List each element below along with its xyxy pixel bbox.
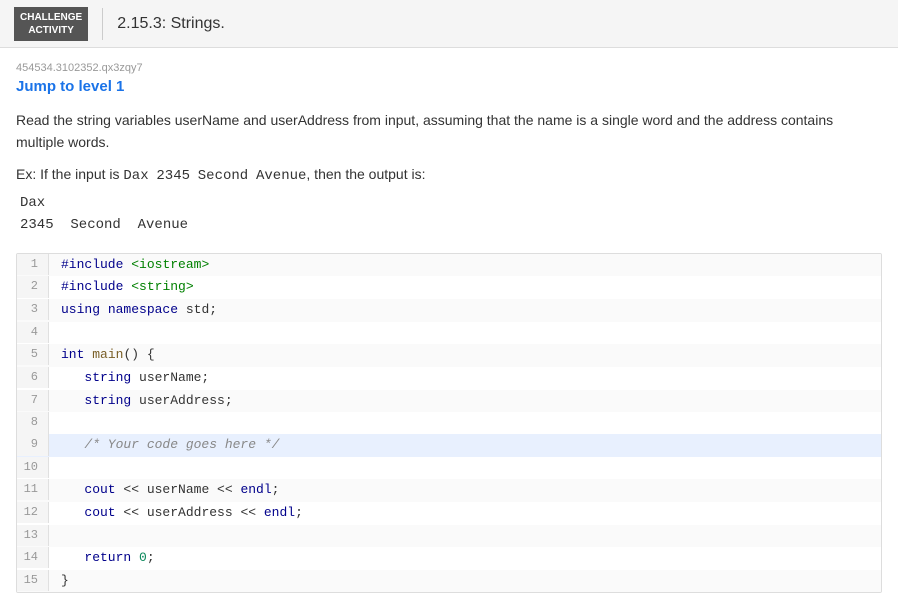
header: CHALLENGE ACTIVITY 2.15.3: Strings.: [0, 0, 898, 48]
description: Read the string variables userName and u…: [16, 109, 882, 154]
code-line-4: 4: [17, 322, 881, 344]
code-line-10: 10: [17, 457, 881, 479]
header-divider: [102, 8, 103, 40]
page-title: 2.15.3: Strings.: [117, 15, 225, 33]
code-line-11: 11 cout << userName << endl;: [17, 479, 881, 502]
activity-id: 454534.3102352.qx3zqy7: [16, 62, 882, 74]
code-line-15: 15 }: [17, 570, 881, 593]
code-line-9: 9 /* Your code goes here */: [17, 434, 881, 457]
example-label: Ex: If the input is Dax 2345 Second Aven…: [16, 166, 882, 184]
code-line-6: 6 string userName;: [17, 367, 881, 390]
code-line-1: 1 #include <iostream>: [17, 254, 881, 277]
jump-to-level-link[interactable]: Jump to level 1: [16, 78, 124, 95]
code-line-7: 7 string userAddress;: [17, 390, 881, 413]
code-line-3: 3 using namespace std;: [17, 299, 881, 322]
example-output-line1: Dax: [20, 192, 882, 214]
code-line-8: 8: [17, 412, 881, 434]
code-line-2: 2 #include <string>: [17, 276, 881, 299]
code-block: 1 #include <iostream> 2 #include <string…: [16, 253, 882, 594]
challenge-badge: CHALLENGE ACTIVITY: [14, 7, 88, 41]
main-content: 454534.3102352.qx3zqy7 Jump to level 1 R…: [0, 48, 898, 606]
example-output-line2: 2345 Second Avenue: [20, 214, 882, 236]
code-line-12: 12 cout << userAddress << endl;: [17, 502, 881, 525]
code-line-14: 14 return 0;: [17, 547, 881, 570]
code-line-5: 5 int main() {: [17, 344, 881, 367]
example-output: Dax 2345 Second Avenue: [20, 192, 882, 237]
code-line-13: 13: [17, 525, 881, 547]
